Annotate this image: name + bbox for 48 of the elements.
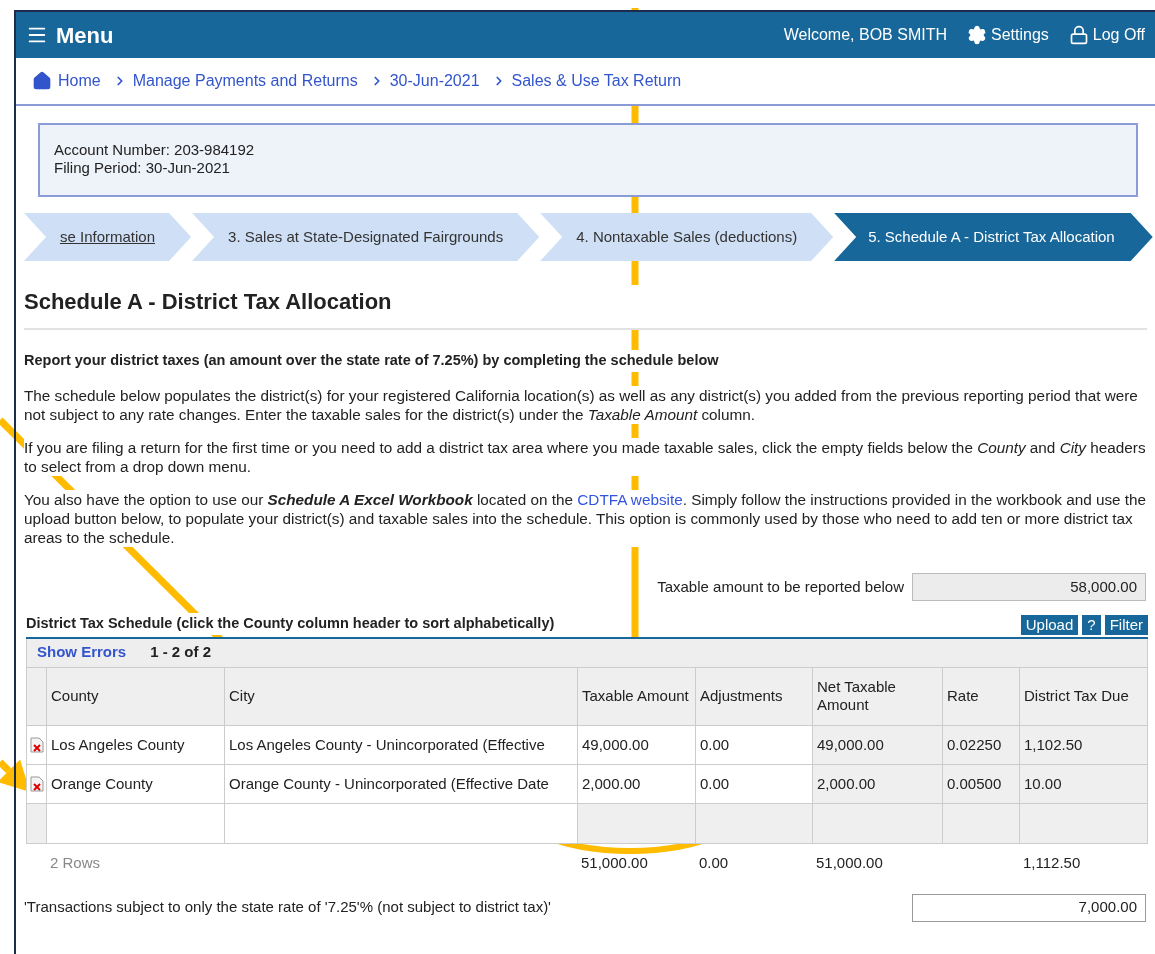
page-heading: Schedule A - District Tax Allocation <box>24 285 1147 330</box>
toolbar-button[interactable]: Upload <box>1020 614 1079 635</box>
table-cell: 0.02250 <box>943 725 1020 764</box>
column-header[interactable]: Rate <box>943 667 1020 725</box>
account-number: Account Number: 203-984192 <box>54 141 256 159</box>
welcome-text: Welcome, BOB SMITH <box>783 25 947 45</box>
show-errors-link[interactable]: Show Errors <box>37 641 127 664</box>
transactions-field[interactable]: 7,000.00 <box>912 893 1146 922</box>
table-cell[interactable]: 0.00 <box>696 725 813 764</box>
instruction-paragraph: If you are filing a return for the first time or you need to add a district tax area where you made taxable sales, click the empty fields below the County and City headers to select from a drop down menu. <box>24 437 1149 476</box>
step-tab[interactable]: se Information <box>24 213 192 261</box>
step-tab[interactable]: 5. Schedule A - District Tax Allocation <box>834 213 1153 261</box>
total-cell-text: 51,000.00 <box>580 853 649 874</box>
column-header[interactable]: Net Taxable Amount <box>813 667 943 725</box>
instruction-paragraph: You also have the option to use our Schedule A Excel Workbook located on the CDTFA website. Simply follow the instructions provided in the workbook and use the upload button below, to populate your district(s) and taxable sales into the schedule. This option is commonly used by those who need to add ten or more district tax areas to the schedule. <box>24 489 1149 547</box>
menu-label[interactable]: Menu <box>56 18 114 52</box>
table-cell: 2,000.00 <box>813 764 943 803</box>
toolbar-button[interactable]: Filter <box>1104 614 1148 635</box>
delete-icon[interactable] <box>29 736 44 753</box>
toolbar-button[interactable]: ? <box>1082 614 1101 635</box>
logoff-link[interactable]: Log Off <box>1092 23 1145 47</box>
delete-icon[interactable] <box>29 775 44 792</box>
column-header[interactable]: County <box>47 667 225 725</box>
column-header[interactable]: Adjustments <box>696 667 813 725</box>
total-cell-text: 1,112.50 <box>1022 853 1082 874</box>
total-cell-text: 51,000.00 <box>815 853 884 874</box>
column-header[interactable]: Taxable Amount <box>578 667 696 725</box>
transactions-label: 'Transactions subject to only the state rate of '7.25'% (not subject to district tax)' <box>24 897 551 918</box>
lock-icon[interactable] <box>1068 25 1089 45</box>
table-cell: 10.00 <box>1020 764 1147 803</box>
filing-period: Filing Period: 30-Jun-2021 <box>54 159 231 177</box>
table-cell[interactable]: 49,000.00 <box>578 725 696 764</box>
column-header[interactable]: City <box>225 667 578 725</box>
table-cell: 0.00500 <box>943 764 1020 803</box>
website-link[interactable]: CDTFA website <box>577 490 683 508</box>
column-header[interactable]: District Tax Due <box>1020 667 1147 725</box>
page-range: 1 - 2 of 2 <box>150 642 212 663</box>
settings-link[interactable]: Settings <box>991 23 1049 47</box>
row-count: 2 Rows <box>49 853 102 874</box>
settings-icon[interactable] <box>967 25 987 45</box>
step-tab[interactable]: 4. Nontaxable Sales (deductions) <box>540 213 834 261</box>
table-cell: 1,102.50 <box>1020 725 1147 764</box>
schedule-title: District Tax Schedule (click the County column header to sort alphabetically) <box>26 612 555 635</box>
step-tab[interactable]: 3. Sales at State-Designated Fairgrounds <box>192 213 540 261</box>
home-icon[interactable] <box>32 71 52 91</box>
table-cell: 49,000.00 <box>813 725 943 764</box>
total-cell-text: 0.00 <box>698 853 730 874</box>
taxable-amount-field: 58,000.00 <box>912 572 1146 601</box>
